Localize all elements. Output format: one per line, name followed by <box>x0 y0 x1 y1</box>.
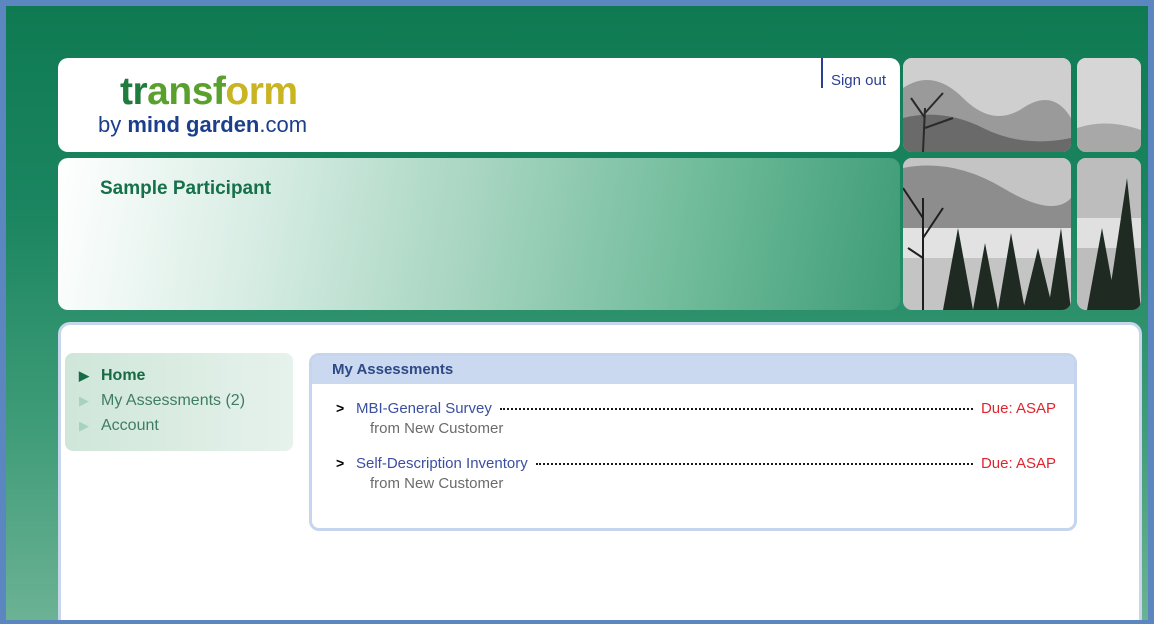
list-item: > Self-Description Inventory Due: ASAP f… <box>336 455 1056 492</box>
main-content-card: ▶ Home ▶ My Assessments (2) ▶ Account My… <box>58 322 1142 620</box>
header-photo-small-top <box>1077 58 1141 152</box>
assessment-source: from New Customer <box>370 475 504 492</box>
participant-banner: Sample Participant <box>58 158 900 310</box>
due-label: Due: ASAP <box>980 455 1056 472</box>
sign-out-link[interactable]: Sign out <box>831 72 886 89</box>
triangle-right-icon: ▶ <box>79 417 89 433</box>
logo-part: a <box>147 70 169 113</box>
assessment-line: > Self-Description Inventory Due: ASAP <box>336 455 1056 472</box>
nav-item-my-assessments[interactable]: ▶ My Assessments (2) <box>65 388 293 413</box>
logo-byline-brand: mind garden <box>127 112 260 137</box>
participant-name: Sample Participant <box>100 178 272 199</box>
nav-item-account[interactable]: ▶ Account <box>65 413 293 438</box>
sidebar-nav: ▶ Home ▶ My Assessments (2) ▶ Account <box>65 353 293 451</box>
assessment-link-mbi[interactable]: MBI-General Survey <box>356 400 492 417</box>
due-label: Due: ASAP <box>980 400 1056 417</box>
header-photo-large-bottom <box>903 158 1071 310</box>
header-photo-large-top <box>903 58 1071 152</box>
logo-part: tr <box>120 70 148 113</box>
my-assessments-panel: My Assessments > MBI-General Survey Due:… <box>309 353 1077 531</box>
nav-item-home[interactable]: ▶ Home <box>65 363 293 388</box>
assessment-source: from New Customer <box>370 420 504 437</box>
logo-byline-suffix: .com <box>259 112 308 137</box>
triangle-right-icon: ▶ <box>79 367 89 383</box>
logo-part: o <box>225 70 249 113</box>
triangle-right-icon: ▶ <box>79 392 89 408</box>
page-frame: transform by mind garden.com Sign out Sa… <box>6 6 1148 620</box>
transform-logo[interactable]: transform <box>120 72 298 111</box>
nav-item-label: My Assessments (2) <box>101 391 246 409</box>
logo-part: nsf <box>168 70 226 113</box>
signout-container: Sign out <box>820 58 886 89</box>
logo-byline-prefix: by <box>98 112 128 137</box>
list-item: > MBI-General Survey Due: ASAP from New … <box>336 400 1056 437</box>
logo-part: rm <box>248 70 298 113</box>
dotted-leader <box>535 463 973 465</box>
chevron-right-icon: > <box>336 400 345 416</box>
assessment-line: > MBI-General Survey Due: ASAP <box>336 400 1056 417</box>
chevron-right-icon: > <box>336 455 345 471</box>
dotted-leader <box>499 408 973 410</box>
assessment-link-sdi[interactable]: Self-Description Inventory <box>356 455 528 472</box>
logo-byline: by mind garden.com <box>98 114 307 136</box>
panel-title: My Assessments <box>312 356 1074 384</box>
header-photo-small-bottom <box>1077 158 1141 310</box>
header-card: transform by mind garden.com Sign out <box>58 58 900 152</box>
nav-item-label: Account <box>101 416 159 434</box>
nav-item-label: Home <box>101 366 146 384</box>
